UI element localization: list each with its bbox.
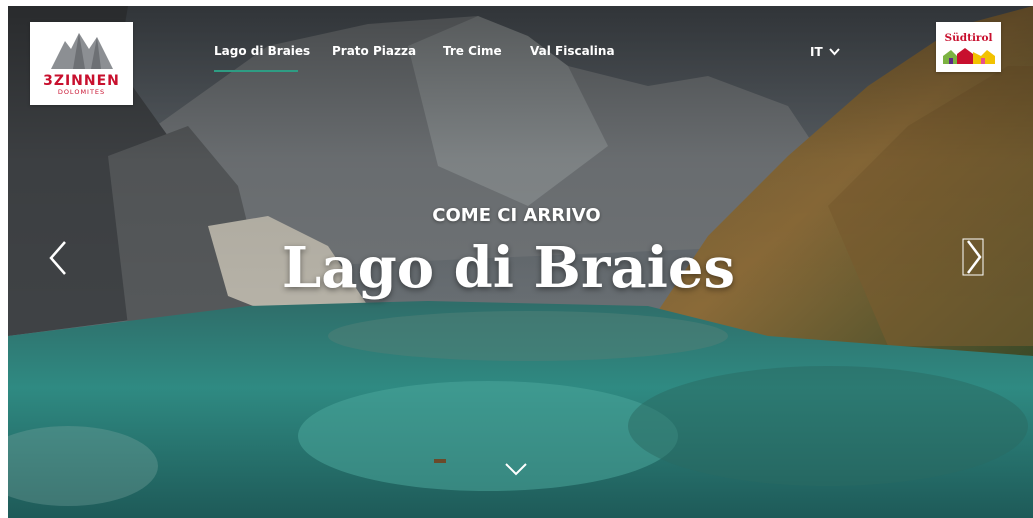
active-nav-indicator	[214, 70, 298, 72]
chevron-right-icon[interactable]	[962, 238, 984, 276]
logo-brand-text: 3ZINNEN	[43, 73, 120, 89]
chevron-left-icon[interactable]	[48, 240, 68, 276]
language-label: IT	[810, 45, 823, 59]
logo-3zinnen[interactable]: 3ZINNEN DOLOMITES	[30, 22, 133, 105]
nav-item-prato-piazza[interactable]: Prato Piazza	[332, 44, 416, 58]
nav-item-lago-di-braies[interactable]: Lago di Braies	[214, 44, 310, 58]
hero-title: Lago di Braies	[281, 235, 736, 301]
logo-suedtirol[interactable]: Südtirol	[936, 22, 1001, 72]
scroll-down-chevron-icon[interactable]	[504, 462, 528, 476]
nav-item-tre-cime[interactable]: Tre Cime	[443, 44, 502, 58]
chevron-down-icon	[828, 48, 840, 56]
hero-eyebrow: COME CI ARRIVO	[432, 205, 601, 226]
mountains-logo-icon	[50, 33, 113, 69]
language-selector[interactable]: IT	[810, 45, 840, 59]
suedtirol-brand-text: Südtirol	[944, 32, 993, 44]
nav-item-val-fiscalina[interactable]: Val Fiscalina	[530, 44, 615, 58]
logo-subtitle-text: DOLOMITES	[57, 88, 106, 96]
hills-logo-icon	[942, 48, 995, 64]
